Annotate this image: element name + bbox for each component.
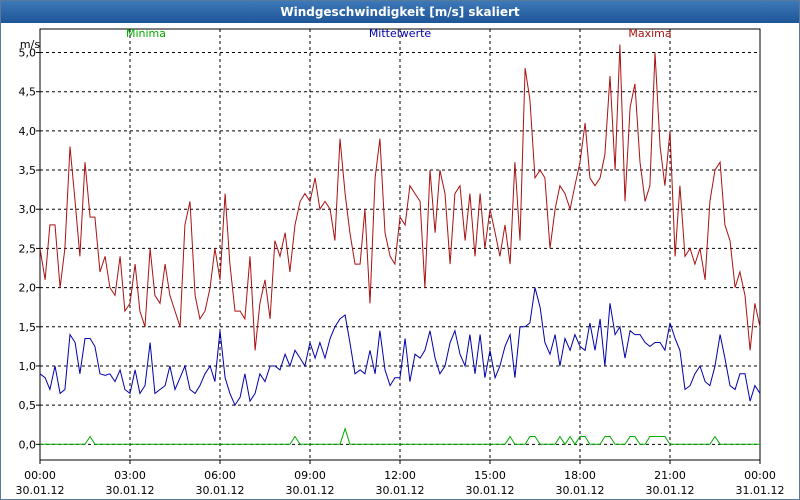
y-tick-label: 4,0 [19,125,37,138]
y-tick-label: 0,0 [19,438,37,451]
x-tick-time: 15:00 [474,469,506,482]
x-tick-time: 12:00 [384,469,416,482]
x-tick-date: 30.01.12 [16,484,65,497]
x-tick-time: 00:00 [744,469,776,482]
legend-mittelwerte: Mittelwerte [369,27,432,40]
y-tick-label: 0,5 [19,399,37,412]
x-tick-date: 30.01.12 [376,484,425,497]
y-axis-label: m/s [20,38,40,51]
y-tick-label: 3,0 [19,203,37,216]
x-tick-date: 30.01.12 [556,484,605,497]
x-tick-time: 00:00 [24,469,56,482]
x-tick-date: 31.01.12 [736,484,785,497]
x-tick-date: 30.01.12 [196,484,245,497]
x-tick-time: 03:00 [114,469,146,482]
y-axis: 5,04,54,03,53,02,52,01,51,00,50,0m/s [19,38,41,451]
y-tick-label: 1,0 [19,360,37,373]
x-tick-date: 30.01.12 [466,484,515,497]
x-tick-time: 18:00 [564,469,596,482]
y-tick-label: 3,5 [19,164,37,177]
y-tick-label: 2,5 [19,242,37,255]
x-tick-date: 30.01.12 [646,484,695,497]
x-tick-date: 30.01.12 [286,484,335,497]
x-tick-time: 06:00 [204,469,236,482]
x-tick-time: 21:00 [654,469,686,482]
y-tick-label: 1,5 [19,321,37,334]
wind-speed-chart: 5,04,54,03,53,02,52,01,51,00,50,0m/s 00:… [16,27,785,497]
x-tick-time: 09:00 [294,469,326,482]
legend-maxima: Maxima [628,27,671,40]
y-tick-label: 2,0 [19,282,37,295]
y-tick-label: 4,5 [19,86,37,99]
x-axis: 00:00 30.01.12 03:00 30.01.12 06:00 30.01.12 0… [16,460,785,497]
legend-minima: Minima [126,27,166,40]
x-tick-date: 30.01.12 [106,484,155,497]
